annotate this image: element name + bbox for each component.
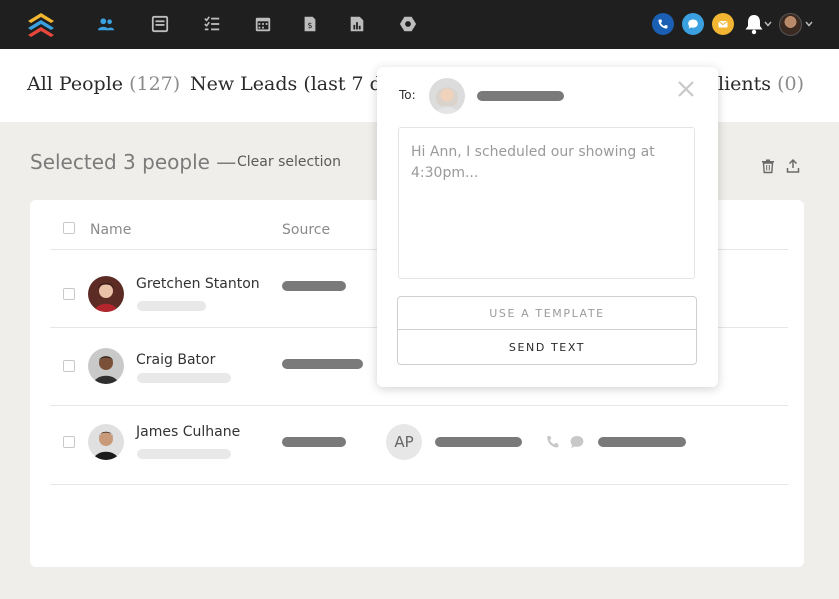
row-checkbox[interactable] (63, 288, 75, 300)
trash-icon[interactable] (760, 158, 776, 174)
avatar (88, 276, 124, 312)
select-all-checkbox[interactable] (63, 222, 75, 234)
contact-placeholder (598, 437, 686, 447)
person-name[interactable]: James Culhane (136, 424, 240, 440)
chat-status-icon[interactable] (682, 13, 704, 35)
chevron-down-icon[interactable] (764, 21, 772, 27)
source-placeholder (282, 359, 363, 369)
chevron-down-icon[interactable] (805, 21, 813, 27)
inbox-icon[interactable] (150, 14, 170, 34)
person-name[interactable]: Craig Bator (136, 352, 215, 368)
placeholder-bar (137, 301, 206, 311)
clear-selection-link[interactable]: Clear selection (237, 154, 341, 170)
tab-count: (127) (129, 73, 181, 95)
tab-label: lients (718, 73, 772, 95)
agent-placeholder (435, 437, 522, 447)
source-placeholder (282, 281, 346, 291)
column-header-name[interactable]: Name (90, 222, 131, 238)
divider (50, 405, 788, 406)
email-status-icon[interactable] (712, 13, 734, 35)
top-navigation-bar: $ (0, 0, 839, 49)
recipient-name-placeholder (477, 91, 564, 101)
phone-icon[interactable] (545, 434, 561, 450)
selection-title: Selected 3 people — (30, 150, 237, 174)
bell-icon[interactable] (742, 13, 766, 35)
tab-count: (0) (777, 73, 804, 95)
tab-all-people[interactable]: All People (127) (27, 73, 180, 95)
deals-icon[interactable]: $ (300, 14, 320, 34)
tab-clients[interactable]: lients (0) (718, 73, 804, 95)
reports-icon[interactable] (347, 14, 367, 34)
row-checkbox[interactable] (63, 436, 75, 448)
source-placeholder (282, 437, 346, 447)
agent-initials-avatar: AP (386, 424, 422, 460)
tab-new-leads[interactable]: New Leads (last 7 day (190, 73, 404, 95)
calendar-icon[interactable] (253, 14, 273, 34)
settings-icon[interactable] (398, 14, 418, 34)
avatar (88, 348, 124, 384)
svg-text:$: $ (307, 20, 312, 30)
tab-label: All People (27, 73, 124, 95)
export-icon[interactable] (785, 158, 801, 174)
people-icon[interactable] (96, 14, 116, 34)
person-name[interactable]: Gretchen Stanton (136, 276, 260, 292)
phone-status-icon[interactable] (652, 13, 674, 35)
close-icon[interactable] (676, 79, 696, 99)
placeholder-bar (137, 373, 231, 383)
recipient-avatar (429, 78, 465, 114)
chat-icon[interactable] (569, 434, 585, 450)
message-textarea[interactable]: Hi Ann, I scheduled our showing at 4:30p… (398, 127, 695, 279)
use-template-button[interactable]: USE A TEMPLATE (397, 296, 697, 330)
tasks-icon[interactable] (202, 14, 222, 34)
avatar (88, 424, 124, 460)
app-logo-icon[interactable] (27, 12, 55, 39)
row-checkbox[interactable] (63, 360, 75, 372)
tab-label: New Leads (last 7 day (190, 73, 404, 95)
divider (50, 484, 788, 485)
placeholder-bar (137, 449, 231, 459)
user-avatar[interactable] (779, 13, 802, 36)
column-header-source[interactable]: Source (282, 222, 330, 238)
to-label: To: (399, 88, 416, 102)
send-text-button[interactable]: SEND TEXT (397, 330, 697, 365)
